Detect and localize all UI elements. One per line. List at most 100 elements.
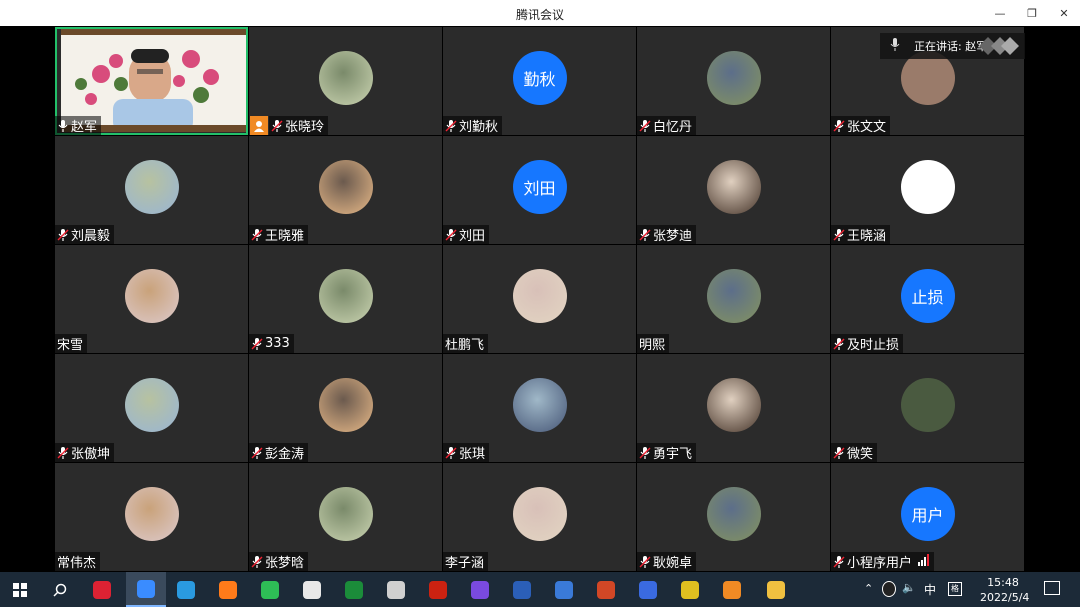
name-tag: 勇宇飞 (637, 443, 697, 462)
clock[interactable]: 15:48 2022/5/4 (980, 575, 1029, 605)
mic-muted-icon (639, 119, 651, 133)
solitaire-icon[interactable] (382, 576, 410, 604)
mic-muted-icon (833, 228, 845, 242)
name-tag: 张晓玲 (269, 116, 329, 135)
participant-tile[interactable]: 彭金涛 (249, 354, 442, 462)
participant-tile[interactable]: 宋雪 (55, 245, 248, 353)
participant-name: 张晓玲 (285, 120, 325, 135)
window-controls: — ❐ ✕ (984, 0, 1080, 26)
windows-start-icon[interactable] (6, 576, 34, 604)
participant-tile[interactable]: 刘晨毅 (55, 136, 248, 244)
chart-app-icon[interactable] (466, 576, 494, 604)
avatar (512, 487, 567, 541)
avatar (318, 269, 373, 323)
participant-name: 杜鹏飞 (445, 338, 485, 353)
avatar: 用户 (900, 487, 955, 541)
view-toggle-icon[interactable] (979, 37, 1019, 55)
speaking-indicator: 正在讲话: 赵军; (880, 33, 1025, 59)
wechat-icon[interactable] (256, 576, 284, 604)
participant-name: 常伟杰 (57, 556, 97, 571)
tencent-meeting-icon[interactable] (126, 572, 166, 607)
avatar (512, 378, 567, 432)
participant-name: 刘晨毅 (71, 229, 111, 244)
name-tag: 彭金涛 (249, 443, 309, 462)
search-tool-icon[interactable] (718, 576, 746, 604)
participant-tile[interactable]: 王晓雅 (249, 136, 442, 244)
volume-icon[interactable]: 🔈 (902, 581, 916, 594)
participant-name: 赵军 (71, 120, 98, 135)
notification-icon[interactable] (1044, 581, 1060, 595)
participant-tile[interactable]: 杜鹏飞 (443, 245, 636, 353)
participant-tile[interactable]: 耿婉卓 (637, 463, 830, 571)
participant-tile[interactable]: 王晓涵 (831, 136, 1024, 244)
qq-tray-icon[interactable] (882, 581, 896, 597)
code-editor-icon[interactable] (340, 576, 368, 604)
participant-tile[interactable]: 333 (249, 245, 442, 353)
acrobat-icon[interactable] (424, 576, 452, 604)
participant-tile[interactable]: 张傲坤 (55, 354, 248, 462)
close-button[interactable]: ✕ (1048, 0, 1080, 26)
name-tag: 刘晨毅 (55, 225, 115, 244)
file-explorer-icon[interactable] (762, 576, 790, 604)
avatar (706, 487, 761, 541)
mic-muted-icon (833, 446, 845, 460)
search-icon[interactable] (46, 576, 74, 604)
participant-tile[interactable]: 张琪 (443, 354, 636, 462)
mic-muted-icon (57, 228, 69, 242)
participant-tile[interactable]: 勇宇飞 (637, 354, 830, 462)
pdf-reader-icon[interactable] (298, 576, 326, 604)
avatar (706, 51, 761, 105)
avatar (124, 160, 179, 214)
participant-tile[interactable]: 赵军 (55, 27, 248, 135)
qq-icon[interactable] (88, 576, 116, 604)
participant-tile[interactable]: 常伟杰 (55, 463, 248, 571)
avatar (706, 160, 761, 214)
participant-tile[interactable]: 明熙 (637, 245, 830, 353)
participant-tile[interactable]: 李子涵 (443, 463, 636, 571)
participant-tile[interactable]: 止损 及时止损 (831, 245, 1024, 353)
mic-muted-icon (445, 446, 457, 460)
participant-tile[interactable]: 勤秋 刘勤秋 (443, 27, 636, 135)
participant-tile[interactable]: 张梦迪 (637, 136, 830, 244)
participant-name: 及时止损 (847, 338, 900, 353)
package-icon[interactable] (634, 576, 662, 604)
mic-muted-icon (251, 228, 263, 242)
participant-name: 彭金涛 (265, 447, 305, 462)
powerpoint-icon[interactable] (592, 576, 620, 604)
photos-icon[interactable] (172, 576, 200, 604)
word-icon[interactable] (508, 576, 536, 604)
avatar (900, 378, 955, 432)
name-tag: 张琪 (443, 443, 490, 462)
participant-tile[interactable]: 用户小程序用户 (831, 463, 1024, 571)
participant-tile[interactable]: 张晓玲 (249, 27, 442, 135)
show-hidden-icons-icon[interactable]: ⌃ (864, 582, 873, 595)
avatar (900, 51, 955, 105)
name-tag: 刘勤秋 (443, 116, 503, 135)
ime-indicator[interactable]: 中 (924, 581, 936, 598)
participant-name: 333 (265, 336, 290, 351)
avatar (706, 378, 761, 432)
mic-muted-icon (833, 119, 845, 133)
participant-name: 李子涵 (445, 556, 485, 571)
avatar-text: 用户 (911, 506, 944, 525)
security-shield-icon[interactable] (676, 576, 704, 604)
restore-button[interactable]: ❐ (1016, 0, 1048, 26)
participant-tile[interactable]: 张梦晗 (249, 463, 442, 571)
name-tag: 张傲坤 (55, 443, 115, 462)
name-tag: 张梦晗 (249, 552, 309, 571)
minimize-button[interactable]: — (984, 0, 1016, 26)
firefox-icon[interactable] (214, 576, 242, 604)
participant-name: 白忆丹 (653, 120, 693, 135)
mic-muted-icon (251, 337, 263, 351)
participant-tile[interactable]: 白忆丹 (637, 27, 830, 135)
participant-name: 王晓涵 (847, 229, 887, 244)
name-tag: 张文文 (831, 116, 891, 135)
participant-name: 小程序用户 (847, 556, 913, 571)
participant-tile[interactable]: 刘田 刘田 (443, 136, 636, 244)
network-app-icon[interactable] (550, 576, 578, 604)
name-tag: 333 (249, 334, 294, 353)
participant-tile[interactable]: 微笑 (831, 354, 1024, 462)
ime-mode-icon[interactable]: 格 (948, 582, 962, 596)
avatar (706, 269, 761, 323)
mic-muted-icon (833, 337, 845, 351)
